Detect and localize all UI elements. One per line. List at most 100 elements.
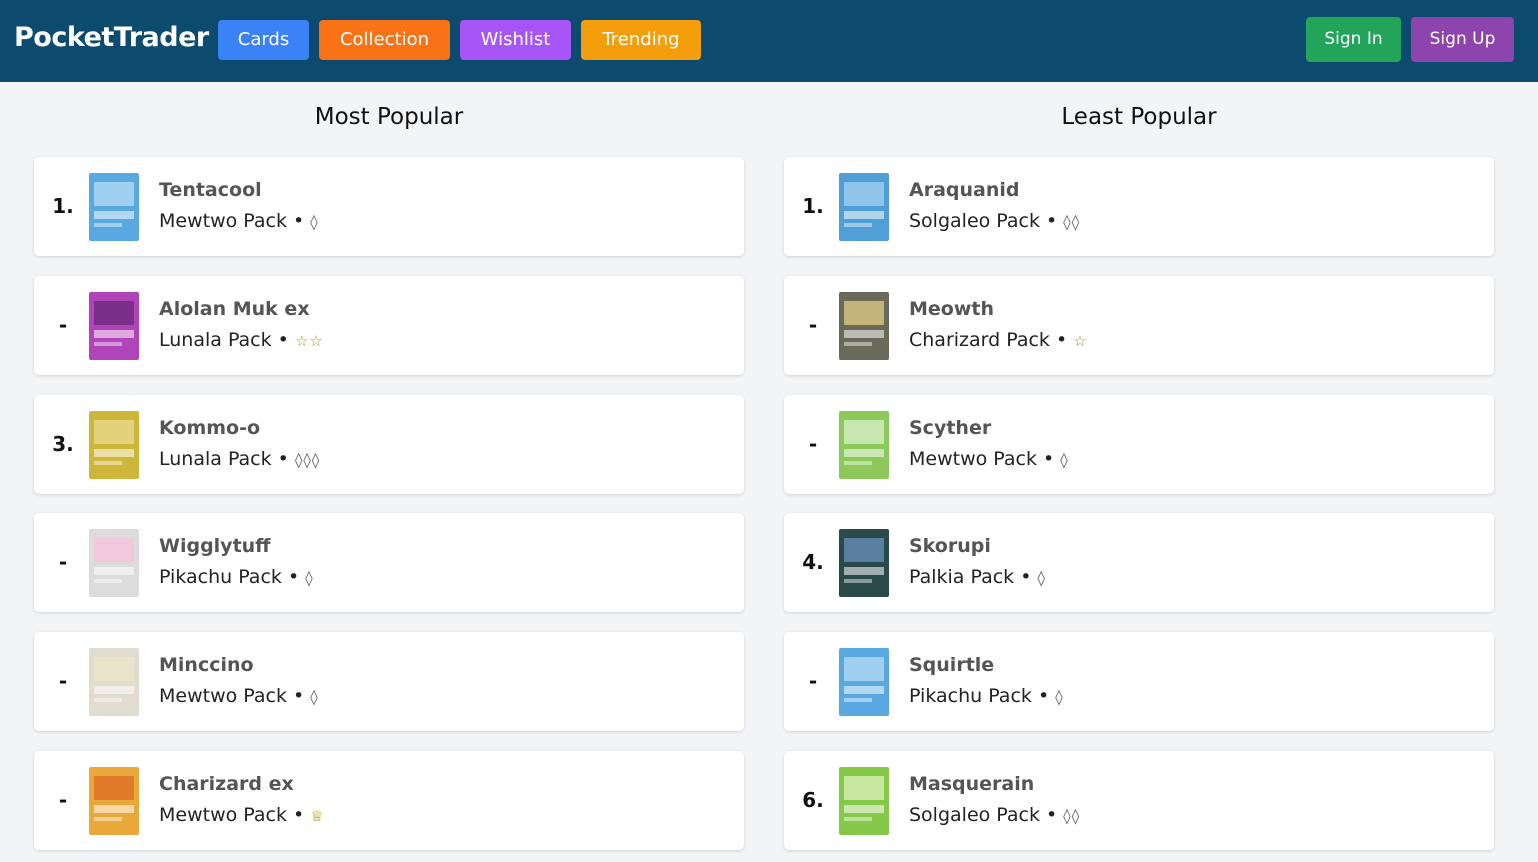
rarity-diamond-icon: ◊◊ bbox=[1063, 807, 1081, 825]
separator: • bbox=[281, 566, 306, 588]
rank-label: - bbox=[58, 669, 68, 693]
card-text-band bbox=[844, 805, 884, 813]
card-name[interactable]: Araquanid bbox=[909, 179, 1019, 201]
card-name[interactable]: Squirtle bbox=[909, 654, 994, 676]
card-text-band bbox=[94, 817, 122, 821]
card-name[interactable]: Charizard ex bbox=[159, 773, 294, 795]
nav-cards-button[interactable]: Cards bbox=[218, 20, 309, 60]
card-text-band bbox=[844, 579, 872, 583]
card-text-band bbox=[94, 461, 122, 465]
card-thumbnail[interactable] bbox=[839, 648, 889, 716]
card-name[interactable]: Alolan Muk ex bbox=[159, 298, 310, 320]
nav-wishlist-button[interactable]: Wishlist bbox=[460, 20, 571, 60]
card-row[interactable]: 3. Kommo-o Lunala Pack • ◊◊◊ bbox=[34, 395, 744, 494]
separator: • bbox=[286, 685, 311, 707]
card-row[interactable]: - Wigglytuff Pikachu Pack • ◊ bbox=[34, 513, 744, 612]
card-art bbox=[844, 776, 884, 800]
card-name[interactable]: Tentacool bbox=[159, 179, 262, 201]
card-text-band bbox=[94, 805, 134, 813]
card-text-band bbox=[844, 817, 872, 821]
separator: • bbox=[271, 448, 295, 470]
card-art bbox=[844, 420, 884, 444]
card-row[interactable]: - Alolan Muk ex Lunala Pack • ☆☆ bbox=[34, 276, 744, 375]
pack-name: Lunala Pack bbox=[159, 448, 272, 470]
card-art bbox=[94, 657, 134, 681]
pack-name: Mewtwo Pack bbox=[909, 448, 1037, 470]
rank-label: 6. bbox=[802, 788, 824, 812]
card-text-band bbox=[844, 686, 884, 694]
card-subtitle: Mewtwo Pack • ◊ bbox=[909, 448, 1069, 470]
pack-name: Solgaleo Pack bbox=[909, 210, 1040, 232]
card-thumbnail[interactable] bbox=[89, 292, 139, 360]
card-thumbnail[interactable] bbox=[839, 173, 889, 241]
card-subtitle: Charizard Pack • ☆ bbox=[909, 329, 1088, 351]
rank-label: 1. bbox=[802, 194, 824, 218]
separator: • bbox=[1040, 804, 1064, 826]
rank-label: 1. bbox=[52, 194, 74, 218]
rarity-star-icon: ☆ bbox=[1073, 332, 1088, 350]
pack-name: Charizard Pack bbox=[909, 329, 1050, 351]
rarity-star-icon: ♕ bbox=[310, 807, 325, 825]
card-thumbnail[interactable] bbox=[89, 648, 139, 716]
card-subtitle: Lunala Pack • ☆☆ bbox=[159, 329, 324, 351]
card-row[interactable]: 6. Masquerain Solgaleo Pack • ◊◊ bbox=[784, 751, 1494, 850]
card-art bbox=[94, 538, 134, 562]
rank-label: - bbox=[808, 313, 818, 337]
sign-in-button[interactable]: Sign In bbox=[1306, 17, 1401, 62]
card-thumbnail[interactable] bbox=[89, 529, 139, 597]
rank-label: - bbox=[58, 313, 68, 337]
card-row[interactable]: - Scyther Mewtwo Pack • ◊ bbox=[784, 395, 1494, 494]
card-subtitle: Palkia Pack • ◊ bbox=[909, 566, 1046, 588]
card-text-band bbox=[844, 330, 884, 338]
rarity-diamond-icon: ◊◊◊ bbox=[294, 451, 321, 469]
separator: • bbox=[286, 804, 311, 826]
card-row[interactable]: 4. Skorupi Palkia Pack • ◊ bbox=[784, 513, 1494, 612]
card-name[interactable]: Kommo-o bbox=[159, 417, 260, 439]
card-text-band bbox=[844, 698, 872, 702]
rarity-diamond-icon: ◊◊ bbox=[1063, 213, 1081, 231]
card-row[interactable]: - Charizard ex Mewtwo Pack • ♕ bbox=[34, 751, 744, 850]
card-name[interactable]: Wigglytuff bbox=[159, 535, 271, 557]
separator: • bbox=[1036, 448, 1061, 470]
card-subtitle: Pikachu Pack • ◊ bbox=[159, 566, 314, 588]
card-thumbnail[interactable] bbox=[89, 173, 139, 241]
rarity-diamond-icon: ◊ bbox=[310, 688, 319, 706]
card-thumbnail[interactable] bbox=[839, 292, 889, 360]
card-row[interactable]: - Minccino Mewtwo Pack • ◊ bbox=[34, 632, 744, 731]
rarity-diamond-icon: ◊ bbox=[1055, 688, 1064, 706]
card-row[interactable]: - Squirtle Pikachu Pack • ◊ bbox=[784, 632, 1494, 731]
sign-up-button[interactable]: Sign Up bbox=[1411, 17, 1514, 62]
card-name[interactable]: Minccino bbox=[159, 654, 254, 676]
card-text-band bbox=[94, 449, 134, 457]
pack-name: Lunala Pack bbox=[159, 329, 272, 351]
card-row[interactable]: 1. Araquanid Solgaleo Pack • ◊◊ bbox=[784, 157, 1494, 256]
card-name[interactable]: Meowth bbox=[909, 298, 994, 320]
card-text-band bbox=[94, 579, 122, 583]
pack-name: Mewtwo Pack bbox=[159, 685, 287, 707]
card-subtitle: Solgaleo Pack • ◊◊ bbox=[909, 804, 1080, 826]
card-thumbnail[interactable] bbox=[839, 411, 889, 479]
nav-collection-button[interactable]: Collection bbox=[319, 20, 450, 60]
card-subtitle: Mewtwo Pack • ◊ bbox=[159, 210, 319, 232]
brand-logo[interactable]: PocketTrader bbox=[14, 22, 209, 53]
card-name[interactable]: Skorupi bbox=[909, 535, 991, 557]
card-subtitle: Solgaleo Pack • ◊◊ bbox=[909, 210, 1080, 232]
separator: • bbox=[1040, 210, 1064, 232]
card-art bbox=[844, 538, 884, 562]
card-text-band bbox=[94, 330, 134, 338]
least-popular-title: Least Popular bbox=[1061, 104, 1217, 130]
card-row[interactable]: 1. Tentacool Mewtwo Pack • ◊ bbox=[34, 157, 744, 256]
card-name[interactable]: Scyther bbox=[909, 417, 991, 439]
pack-name: Mewtwo Pack bbox=[159, 804, 287, 826]
card-name[interactable]: Masquerain bbox=[909, 773, 1034, 795]
nav-trending-button[interactable]: Trending bbox=[581, 20, 701, 60]
card-thumbnail[interactable] bbox=[839, 767, 889, 835]
rarity-diamond-icon: ◊ bbox=[1037, 569, 1046, 587]
card-row[interactable]: - Meowth Charizard Pack • ☆ bbox=[784, 276, 1494, 375]
card-thumbnail[interactable] bbox=[89, 767, 139, 835]
card-thumbnail[interactable] bbox=[839, 529, 889, 597]
separator: • bbox=[286, 210, 311, 232]
card-subtitle: Mewtwo Pack • ◊ bbox=[159, 685, 319, 707]
card-thumbnail[interactable] bbox=[89, 411, 139, 479]
navbar: PocketTrader Cards Collection Wishlist T… bbox=[0, 0, 1538, 82]
